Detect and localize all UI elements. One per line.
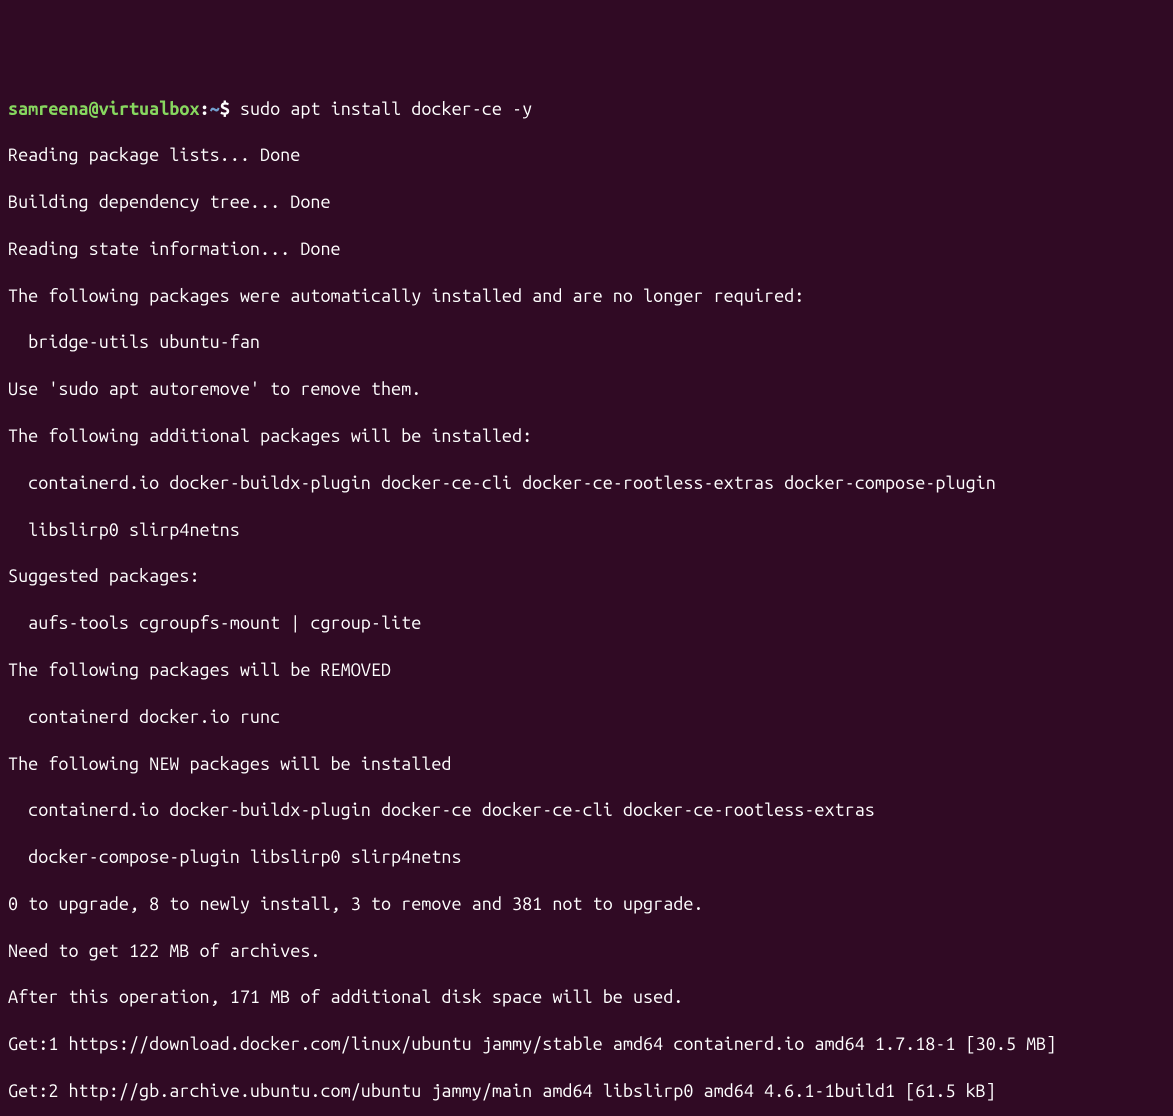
prompt-line[interactable]: samreena@virtualbox:~$ sudo apt install … — [8, 98, 1165, 121]
output-line: Building dependency tree... Done — [8, 191, 1165, 214]
output-line: The following additional packages will b… — [8, 425, 1165, 448]
output-line: containerd docker.io runc — [8, 706, 1165, 729]
output-line: docker-compose-plugin libslirp0 slirp4ne… — [8, 846, 1165, 869]
output-line: containerd.io docker-buildx-plugin docke… — [8, 472, 1165, 495]
output-line: Get:1 https://download.docker.com/linux/… — [8, 1033, 1165, 1056]
output-line: The following NEW packages will be insta… — [8, 753, 1165, 776]
prompt-dollar: $ — [220, 99, 240, 119]
output-line: The following packages will be REMOVED — [8, 659, 1165, 682]
output-line: Get:2 http://gb.archive.ubuntu.com/ubunt… — [8, 1080, 1165, 1103]
output-line: Use 'sudo apt autoremove' to remove them… — [8, 378, 1165, 401]
output-line: aufs-tools cgroupfs-mount | cgroup-lite — [8, 612, 1165, 635]
output-line: libslirp0 slirp4netns — [8, 519, 1165, 542]
output-line: Suggested packages: — [8, 565, 1165, 588]
output-line: Reading package lists... Done — [8, 144, 1165, 167]
output-line: After this operation, 171 MB of addition… — [8, 986, 1165, 1009]
prompt-path: ~ — [210, 99, 220, 119]
output-line: Reading state information... Done — [8, 238, 1165, 261]
output-line: 0 to upgrade, 8 to newly install, 3 to r… — [8, 893, 1165, 916]
output-line: containerd.io docker-buildx-plugin docke… — [8, 799, 1165, 822]
prompt-colon: : — [200, 99, 210, 119]
prompt-user-host: samreena@virtualbox — [8, 99, 200, 119]
output-line: Need to get 122 MB of archives. — [8, 940, 1165, 963]
command-text: sudo apt install docker-ce -y — [240, 99, 532, 119]
output-line: The following packages were automaticall… — [8, 285, 1165, 308]
output-line: bridge-utils ubuntu-fan — [8, 331, 1165, 354]
